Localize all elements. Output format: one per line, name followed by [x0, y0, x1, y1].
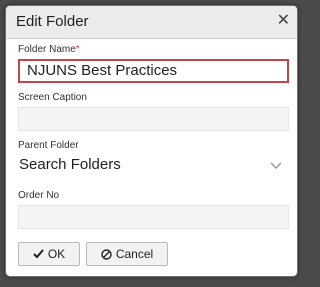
required-marker: *: [75, 44, 80, 55]
dialog-titlebar: Edit Folder ✕: [6, 6, 297, 39]
parent-folder-label: Parent Folder: [18, 140, 79, 151]
folder-name-label-text: Folder Name: [18, 44, 76, 55]
order-no-label: Order No: [18, 190, 60, 201]
parent-folder-select[interactable]: Search Folders: [18, 153, 289, 177]
cancel-icon: [101, 248, 112, 260]
close-icon[interactable]: ✕: [277, 11, 290, 31]
folder-name-label: Folder Name*: [18, 44, 80, 55]
checkmark-icon: [33, 249, 44, 259]
chevron-down-icon[interactable]: [270, 159, 282, 171]
screen-caption-label: Screen Caption: [18, 92, 87, 103]
edit-folder-dialog: Edit Folder ✕ Folder Name* NJUNS Best Pr…: [5, 5, 298, 277]
folder-name-value: NJUNS Best Practices: [27, 62, 178, 79]
order-no-input[interactable]: [18, 205, 289, 229]
dialog-title: Edit Folder: [16, 13, 89, 30]
screen-caption-input[interactable]: [18, 107, 289, 131]
parent-folder-value: Search Folders: [19, 156, 121, 173]
ok-button-label: OK: [47, 247, 66, 261]
cancel-button-label: Cancel: [115, 247, 154, 261]
folder-name-input[interactable]: NJUNS Best Practices: [18, 59, 289, 83]
cancel-button[interactable]: Cancel: [86, 242, 168, 266]
ok-button[interactable]: OK: [18, 242, 80, 266]
